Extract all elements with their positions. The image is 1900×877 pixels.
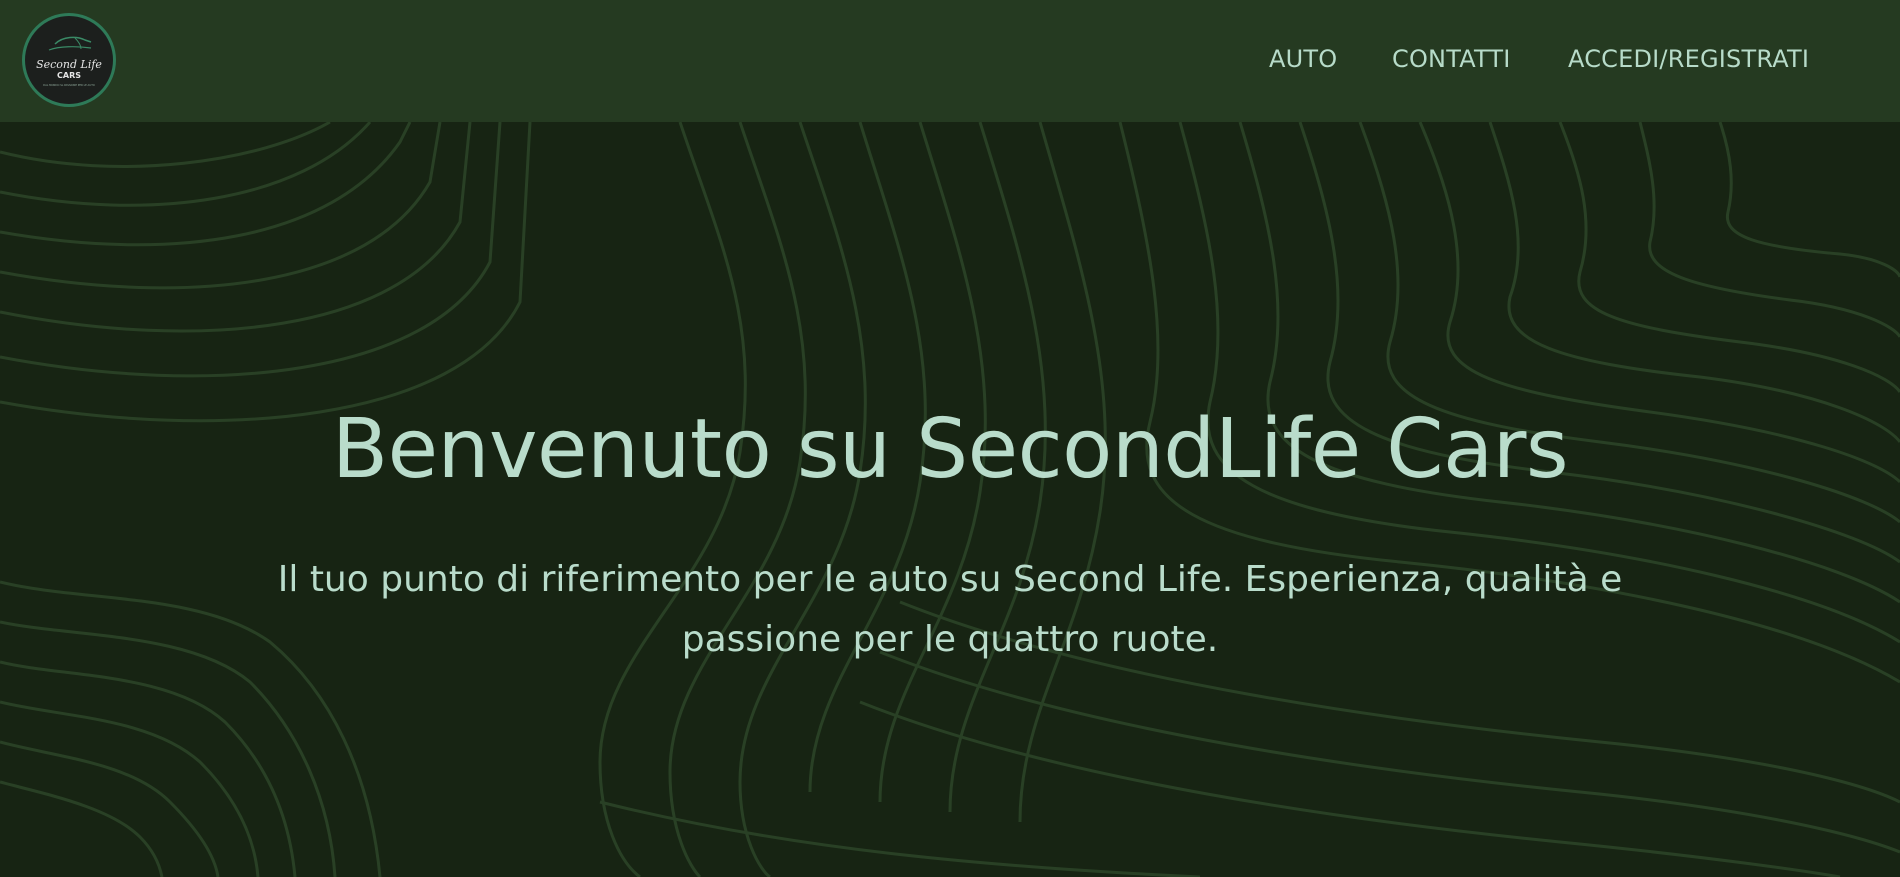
nav-link-contatti[interactable]: CONTATTI (1392, 44, 1511, 74)
nav-link-auto[interactable]: AUTO (1269, 44, 1337, 74)
logo-line1: Second Life (36, 58, 102, 71)
hero-section: Benvenuto su SecondLife Cars Il tuo punt… (0, 122, 1900, 877)
logo-tagline: DAL MONDO SL PASSIONE PER LE AUTO (43, 83, 95, 87)
logo-line2: CARS (57, 71, 81, 80)
page: Second Life CARS DAL MONDO SL PASSIONE P… (0, 0, 1900, 877)
nav-link-accedi-registrati[interactable]: ACCEDI/REGISTRATI (1568, 44, 1809, 74)
hero-subtitle: Il tuo punto di riferimento per le auto … (277, 559, 1623, 660)
site-logo[interactable]: Second Life CARS DAL MONDO SL PASSIONE P… (22, 13, 116, 107)
header-bar: Second Life CARS DAL MONDO SL PASSIONE P… (0, 0, 1900, 122)
hero-title: Benvenuto su SecondLife Cars (331, 402, 1569, 497)
car-logo-icon: Second Life CARS DAL MONDO SL PASSIONE P… (36, 36, 102, 87)
